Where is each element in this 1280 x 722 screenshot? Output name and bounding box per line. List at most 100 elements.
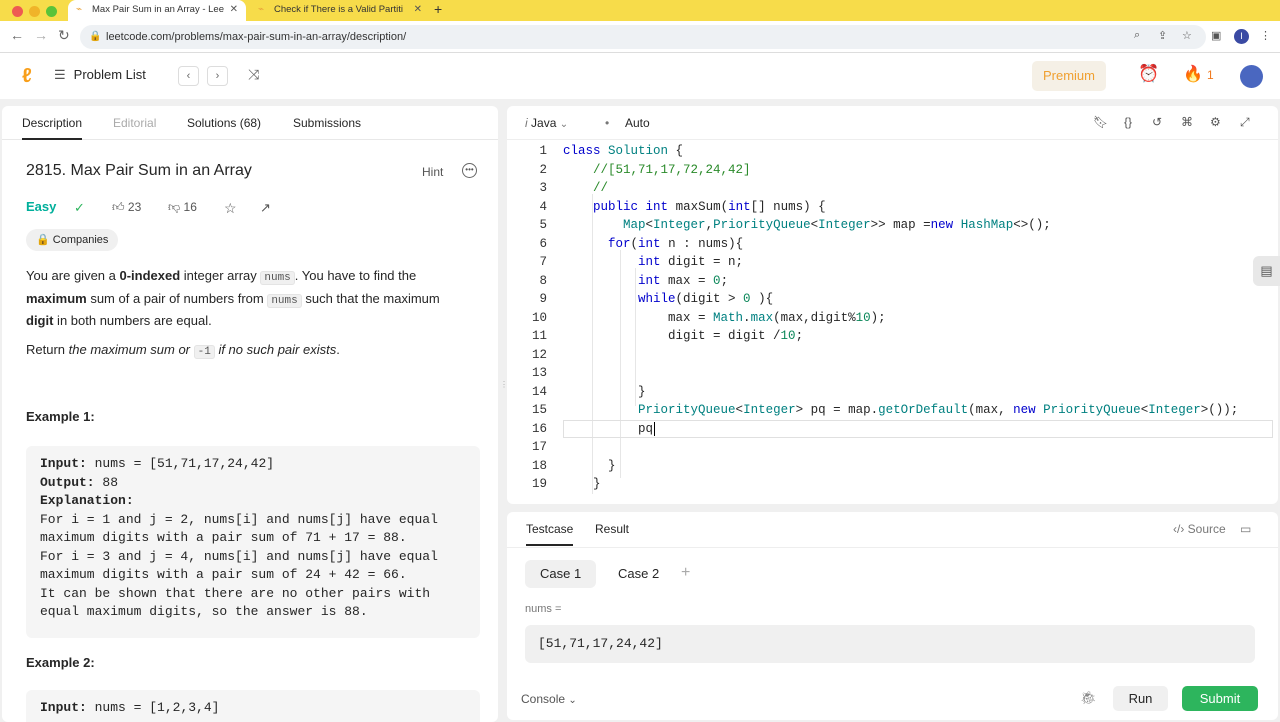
url-field[interactable]: 🔒 leetcode.com/problems/max-pair-sum-in-… <box>80 25 1206 49</box>
close-tab-icon[interactable]: ✕ <box>414 0 422 19</box>
inline-code: nums <box>267 293 302 308</box>
tab-submissions[interactable]: Submissions <box>293 116 361 130</box>
example-1-box: Input: nums = [51,71,17,24,42] Output: 88… <box>26 446 480 638</box>
window-controls <box>12 4 63 22</box>
source-button[interactable]: ‹/› Source <box>1173 522 1226 536</box>
bookmark-icon[interactable]: 🔖︎ <box>1093 115 1108 129</box>
code-line: } <box>563 384 646 399</box>
desc-bold: 0-indexed <box>119 268 181 283</box>
browser-tab-active[interactable]: ⌁ Max Pair Sum in an Array - Lee ✕ <box>68 0 246 21</box>
reset-icon[interactable]: ↺ <box>1152 115 1162 129</box>
editor-toolbar: i Java ⌄ • Auto 🔖︎ {} ↺ ⌘ ⚙ ⤢ <box>507 106 1278 140</box>
problem-list-label: Problem List <box>73 67 146 82</box>
case-1-tab[interactable]: Case 1 <box>525 560 597 588</box>
example-input: nums = [1,2,3,4] <box>94 700 220 715</box>
case-2-tab[interactable]: Case 2 <box>603 560 674 588</box>
inline-code: nums <box>260 271 295 285</box>
profile-avatar[interactable]: I <box>1234 29 1249 44</box>
panel-resize-handle[interactable]: ⋮ <box>500 380 508 398</box>
star-icon[interactable]: ☆ <box>1182 29 1192 42</box>
braces-icon[interactable]: {} <box>1124 115 1132 129</box>
browser-tab[interactable]: ⌁ Check if There is a Valid Partiti ✕ <box>250 0 430 21</box>
testcase-tabs: Testcase Result ‹/› Source ▭ <box>507 512 1278 548</box>
line-number: 16 <box>531 421 547 436</box>
back-icon[interactable]: ← <box>10 27 24 43</box>
fire-icon[interactable]: 🔥 <box>1183 64 1203 84</box>
submit-button[interactable]: Submit <box>1182 686 1258 711</box>
more-icon[interactable]: ••• <box>462 163 477 178</box>
example-line: maximum digits with a pair sum of 24 + 4… <box>40 567 407 582</box>
expand-icon[interactable]: ⤢ <box>1240 115 1250 130</box>
share-icon[interactable]: ⇪ <box>1158 29 1167 42</box>
notes-icon[interactable]: ▤ <box>1253 256 1280 286</box>
tab-description[interactable]: Description <box>22 116 83 140</box>
problem-title: 2815. Max Pair Sum in an Array <box>26 162 252 179</box>
run-button[interactable]: Run <box>1113 686 1168 711</box>
tab-solutions[interactable]: Solutions (68) <box>187 116 261 130</box>
tab-result[interactable]: Result <box>595 522 629 536</box>
hint-button[interactable]: Hint <box>422 165 443 179</box>
leetcode-logo[interactable]: ℓ <box>22 65 32 88</box>
reload-icon[interactable]: ↻ <box>58 27 70 44</box>
new-tab-button[interactable]: + <box>434 0 442 18</box>
lock-icon: 🔒 <box>36 234 50 246</box>
desc-text: Return <box>26 342 69 357</box>
desc-text: You are given a <box>26 268 120 283</box>
companies-label: Companies <box>52 234 109 246</box>
premium-button[interactable]: Premium <box>1032 61 1106 91</box>
close-tab-icon[interactable]: ✕ <box>230 0 238 19</box>
minimize-window-button[interactable] <box>29 6 40 17</box>
layout-icon[interactable]: ▭ <box>1240 522 1251 536</box>
code-line: max = Math.max(max,digit%10); <box>563 310 886 325</box>
code-line: } <box>563 477 601 491</box>
code-line: PriorityQueue<Integer> pq = map.getOrDef… <box>638 403 1239 417</box>
example-line: It can be shown that there are no other … <box>40 585 431 601</box>
url-text: leetcode.com/problems/max-pair-sum-in-an… <box>106 31 407 43</box>
line-number: 4 <box>539 199 547 214</box>
maximize-window-button[interactable] <box>46 6 57 17</box>
zoom-icon[interactable]: ⌕ <box>1134 29 1140 42</box>
code-area[interactable]: 1 2 3 4 5 6 7 8 9 10 11 12 13 14 15 16 1… <box>507 142 1278 502</box>
settings-icon[interactable]: ⚙ <box>1210 115 1221 129</box>
current-line-highlight <box>563 420 1273 438</box>
shortcuts-icon[interactable]: ⌘ <box>1181 115 1193 129</box>
console-button[interactable]: Console ⌄ <box>521 692 577 706</box>
code-line: public int maxSum(int[] nums) { <box>593 199 826 214</box>
line-number: 9 <box>539 292 547 306</box>
language-select[interactable]: i Java ⌄ <box>525 116 568 130</box>
mode-label[interactable]: Auto <box>625 116 650 130</box>
share-icon[interactable]: ↗ <box>260 200 271 216</box>
chevron-right-icon[interactable]: › <box>207 66 228 86</box>
companies-tag[interactable]: 🔒 Companies <box>26 229 119 251</box>
chevron-left-icon[interactable]: ‹ <box>178 66 199 86</box>
tab-editorial[interactable]: Editorial <box>113 116 156 130</box>
desc-text: . <box>336 342 340 357</box>
menu-icon[interactable]: ⋮ <box>1260 29 1271 42</box>
tab-testcase[interactable]: Testcase <box>526 522 574 546</box>
problem-description: You are given a 0-indexed integer array … <box>26 266 466 331</box>
variable-input[interactable]: [51,71,17,24,42] <box>525 625 1255 663</box>
description-panel: Description Editorial Solutions (68) Sub… <box>2 106 498 722</box>
code-line: digit = digit /10; <box>563 329 804 343</box>
add-case-icon[interactable]: + <box>681 564 690 582</box>
code-icon: ‹/› <box>1173 522 1185 536</box>
bug-icon[interactable]: 🐞︎ <box>1080 690 1097 706</box>
dislike-button[interactable]: 👎︎ 16 <box>168 200 197 215</box>
alarm-icon[interactable]: ⏰ <box>1138 64 1159 84</box>
line-number: 11 <box>531 329 547 343</box>
problem-return-text: Return the maximum sum or -1 if no such … <box>26 340 466 363</box>
shuffle-icon[interactable]: ⤨ <box>248 66 259 83</box>
close-window-button[interactable] <box>12 6 23 17</box>
sidepanel-icon[interactable]: ▣ <box>1211 29 1221 42</box>
check-circle-icon: ✓ <box>74 200 85 215</box>
like-button[interactable]: 👍︎ 23 <box>112 200 141 215</box>
problem-list-button[interactable]: ☰ Problem List <box>54 67 146 83</box>
code-line: int digit = n; <box>638 255 744 269</box>
variable-label: nums = <box>525 603 562 615</box>
line-number: 18 <box>531 458 547 473</box>
user-avatar[interactable] <box>1240 65 1263 88</box>
code-line: } <box>563 458 616 473</box>
star-icon[interactable]: ☆ <box>224 200 237 217</box>
forward-icon[interactable]: → <box>34 27 48 43</box>
